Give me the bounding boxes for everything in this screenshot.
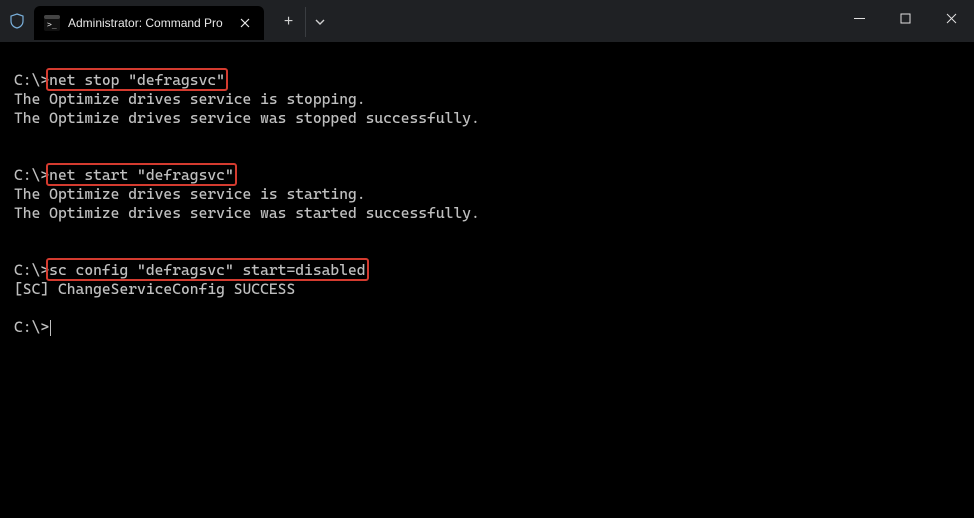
terminal-line: C:\>net stop "defragsvc" xyxy=(14,71,968,90)
close-window-button[interactable] xyxy=(928,0,974,36)
minimize-icon xyxy=(854,13,865,24)
terminal-line: The Optimize drives service is stopping. xyxy=(14,90,968,109)
tab-dropdown-button[interactable] xyxy=(306,7,334,37)
terminal-pane[interactable]: C:\>net stop "defragsvc"The Optimize dri… xyxy=(0,42,974,518)
terminal-line: C:\>sc config "defragsvc" start=disabled xyxy=(14,261,968,280)
terminal-line xyxy=(14,299,968,318)
new-tab-button[interactable]: + xyxy=(272,7,306,37)
tab-close-button[interactable] xyxy=(236,14,254,32)
terminal-line: [SC] ChangeServiceConfig SUCCESS xyxy=(14,280,968,299)
terminal-line: C:\>net start "defragsvc" xyxy=(14,166,968,185)
maximize-button[interactable] xyxy=(882,0,928,36)
active-tab[interactable]: >_ Administrator: Command Pro xyxy=(34,6,264,40)
terminal-line xyxy=(14,52,968,71)
terminal-line: C:\> xyxy=(14,318,968,337)
plus-icon: + xyxy=(284,13,293,31)
terminal-line xyxy=(14,242,968,261)
titlebar: >_ Administrator: Command Pro + xyxy=(0,0,974,42)
cmd-prompt-icon: >_ xyxy=(44,15,60,31)
terminal-line: The Optimize drives service is starting. xyxy=(14,185,968,204)
svg-text:>_: >_ xyxy=(47,20,57,29)
cursor xyxy=(50,320,51,336)
chevron-down-icon xyxy=(315,17,325,27)
window-controls xyxy=(836,0,974,36)
minimize-button[interactable] xyxy=(836,0,882,36)
terminal-line: The Optimize drives service was stopped … xyxy=(14,109,968,128)
terminal-line: The Optimize drives service was started … xyxy=(14,204,968,223)
tab-title: Administrator: Command Pro xyxy=(68,16,236,30)
close-icon xyxy=(946,13,957,24)
terminal-line xyxy=(14,147,968,166)
terminal-line xyxy=(14,128,968,147)
terminal-line xyxy=(14,223,968,242)
shield-icon xyxy=(0,0,34,42)
maximize-icon xyxy=(900,13,911,24)
